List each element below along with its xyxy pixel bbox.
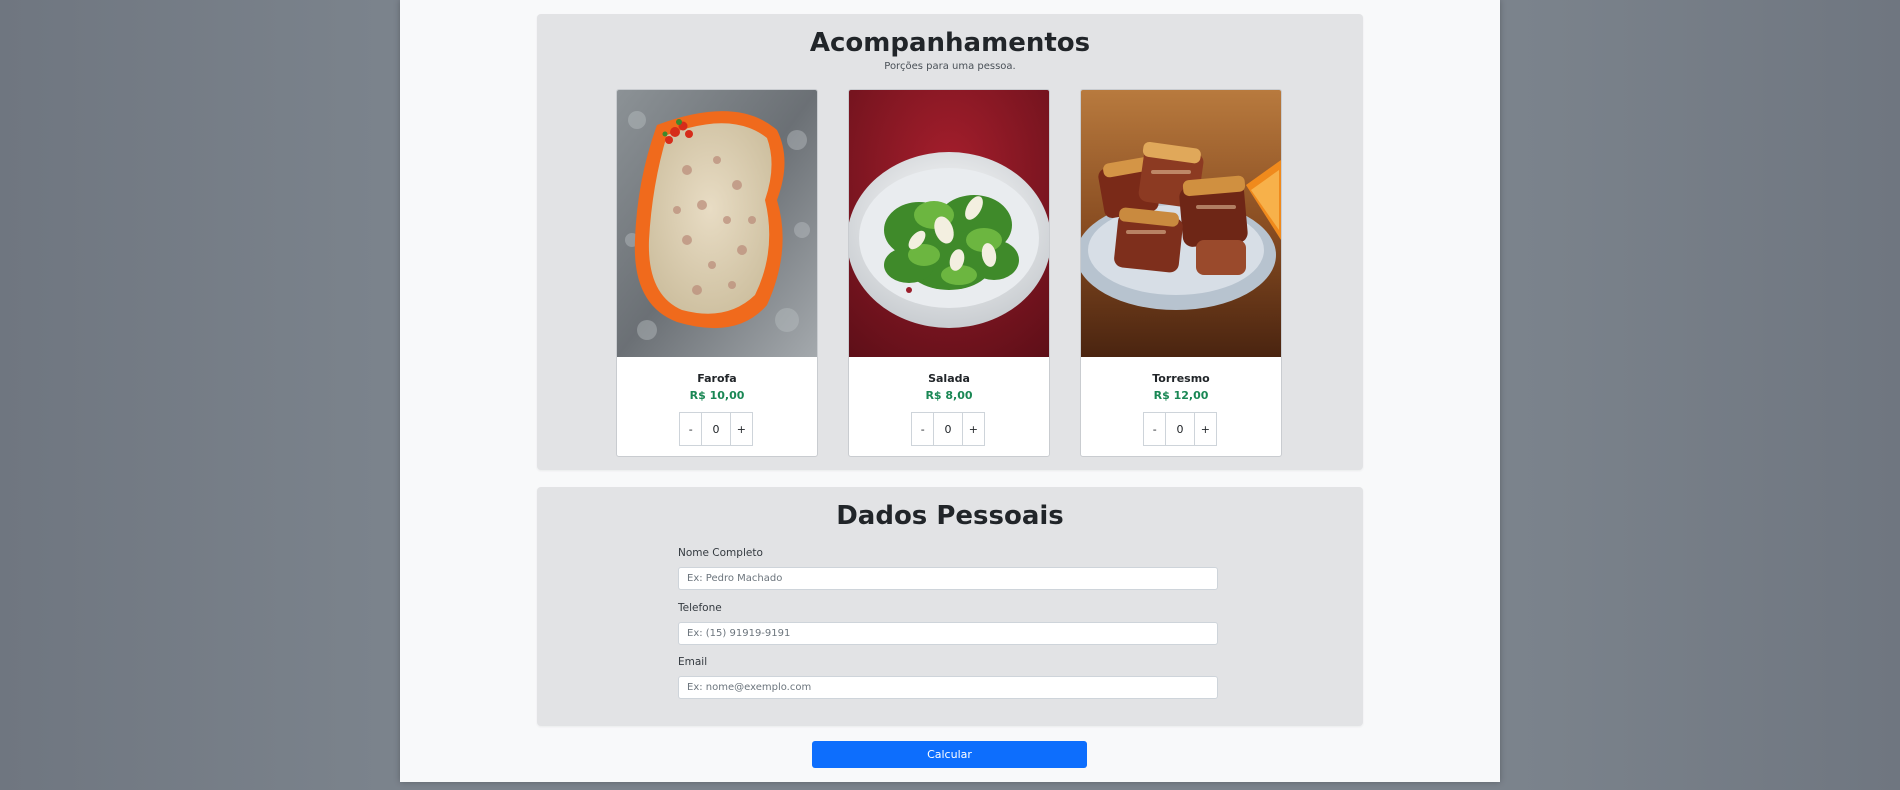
increment-button[interactable]: +: [961, 412, 985, 446]
sides-title: Acompanhamentos: [809, 28, 1091, 58]
calculate-button[interactable]: Calcular: [812, 741, 1087, 768]
pork-crackling-photo: [1081, 90, 1281, 357]
quantity-value[interactable]: 0: [934, 412, 962, 446]
farofa-photo: [617, 90, 817, 357]
full-name-label: Nome Completo: [678, 547, 763, 559]
product-card-torresmo: Torresmo R$ 12,00 - 0 +: [1080, 89, 1282, 457]
sides-subtitle: Porções para uma pessoa.: [884, 61, 1016, 72]
decrement-button[interactable]: -: [911, 412, 935, 446]
increment-button[interactable]: +: [729, 412, 753, 446]
increment-button[interactable]: +: [1193, 412, 1217, 446]
quantity-value[interactable]: 0: [702, 412, 730, 446]
product-price: R$ 8,00: [925, 389, 973, 402]
quantity-stepper: - 0 +: [1143, 412, 1217, 446]
salad-photo: [849, 90, 1049, 357]
decrement-button[interactable]: -: [1143, 412, 1167, 446]
sides-section: Acompanhamentos Porções para uma pessoa.: [537, 14, 1363, 470]
product-card-farofa: Farofa R$ 10,00 - 0 +: [616, 89, 818, 457]
product-price: R$ 10,00: [689, 389, 745, 402]
phone-label: Telefone: [678, 602, 722, 614]
full-name-input[interactable]: [678, 567, 1218, 590]
product-price: R$ 12,00: [1153, 389, 1209, 402]
product-name: Torresmo: [1152, 372, 1210, 385]
quantity-stepper: - 0 +: [911, 412, 985, 446]
product-card-salada: Salada R$ 8,00 - 0 +: [848, 89, 1050, 457]
product-name: Farofa: [697, 372, 737, 385]
phone-input[interactable]: [678, 622, 1218, 645]
quantity-stepper: - 0 +: [679, 412, 753, 446]
personal-data-title: Dados Pessoais: [836, 501, 1064, 531]
decrement-button[interactable]: -: [679, 412, 703, 446]
email-input[interactable]: [678, 676, 1218, 699]
product-name: Salada: [928, 372, 970, 385]
quantity-value[interactable]: 0: [1166, 412, 1194, 446]
page-container: Acompanhamentos Porções para uma pessoa.: [400, 0, 1500, 782]
personal-data-section: Dados Pessoais Nome Completo Telefone Em…: [537, 487, 1363, 726]
email-label: Email: [678, 656, 708, 668]
